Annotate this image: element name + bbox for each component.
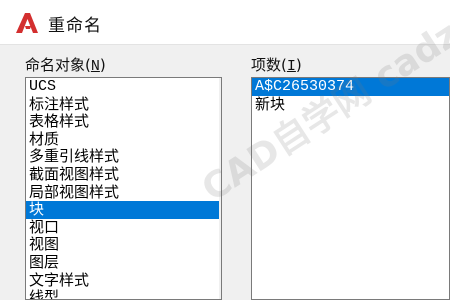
title-bar: 重命名 <box>0 0 450 45</box>
named-objects-list[interactable]: UCS 标注样式 表格样式 材质 多重引线样式 截面视图样式 局部视图样式块视口 视图 图层 文字… <box>25 77 222 300</box>
item-list-item[interactable]: 新块 <box>252 95 449 114</box>
items-label: 项数(I) <box>251 56 302 75</box>
named-object-list-item[interactable]: 视图 <box>26 236 221 254</box>
named-objects-label: 命名对象(N) <box>25 56 106 75</box>
named-object-list-item[interactable]: 材质 <box>26 130 221 149</box>
named-object-list-item[interactable]: 块 <box>26 201 221 219</box>
named-object-list-item[interactable]: 多重引线样式 <box>26 148 221 166</box>
named-object-list-item[interactable]: UCS <box>26 78 221 96</box>
dialog-title: 重命名 <box>48 16 102 36</box>
named-object-list-item[interactable]: 标注样式 <box>26 95 221 114</box>
named-object-list-item[interactable]: 视口 <box>26 218 221 237</box>
named-object-list-item[interactable]: 图层 <box>26 253 221 272</box>
named-object-list-item[interactable]: 局部视图样式 <box>26 183 221 202</box>
named-object-list-item[interactable]: 线型 <box>26 289 221 299</box>
named-object-list-item[interactable]: 文字样式 <box>26 271 221 290</box>
named-object-list-item[interactable]: 截面视图样式 <box>26 165 221 184</box>
items-list[interactable]: A$C26530374 新块 <box>251 77 450 300</box>
item-list-item[interactable]: A$C26530374 <box>252 78 449 96</box>
named-object-list-item[interactable]: 表格样式 <box>26 113 221 131</box>
autocad-logo-icon <box>16 13 38 33</box>
list-scrollbar[interactable] <box>219 78 221 299</box>
